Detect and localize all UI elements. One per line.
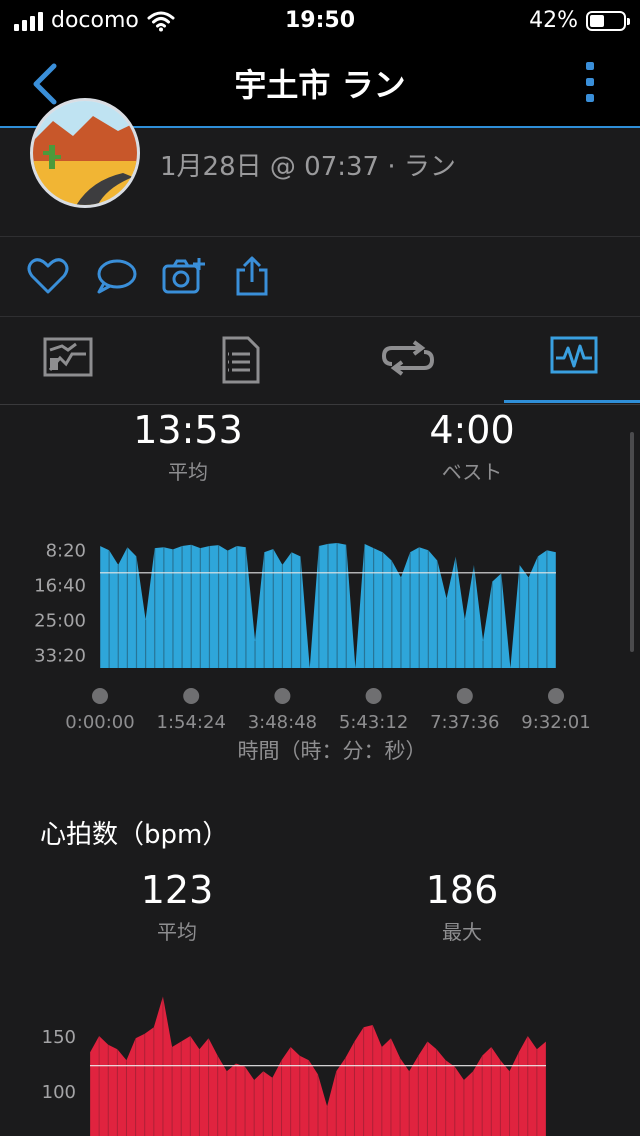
comment-bubble-icon[interactable] — [94, 256, 138, 296]
active-tab-indicator — [504, 400, 640, 403]
pace-x-tick-dot — [274, 688, 291, 704]
activity-meta: 1月28日 @ 07:37 · ラン — [160, 152, 456, 182]
pace-x-tick-dot — [92, 688, 108, 704]
share-icon[interactable] — [230, 256, 274, 296]
pace-x-axis-title: 時間（時：分：秒） — [238, 739, 427, 763]
pace-x-tick-label: 0:00:00 — [65, 712, 134, 733]
heart-max-value: 186 — [425, 868, 499, 912]
add-photo-camera-icon[interactable] — [162, 256, 206, 296]
pace-x-tick-label: 1:54:24 — [157, 712, 226, 733]
battery-percent: 42% — [529, 8, 578, 33]
activity-header: 1月28日 @ 07:37 · ラン — [0, 98, 640, 237]
document-list-icon — [222, 336, 260, 384]
pace-x-tick-dot — [365, 688, 382, 704]
pace-chart: 8:20 16:40 25:00 33:20 0:00:00 1:54:24 3:48:48… — [34, 540, 591, 763]
laps-loop-icon — [382, 340, 434, 376]
status-bar: docomo 19:50 42% — [0, 0, 640, 40]
pace-y-tick-label: 25:00 — [34, 611, 86, 632]
heart-max-label: 最大 — [442, 920, 482, 944]
pace-x-tick-label: 7:37:36 — [430, 712, 499, 733]
activity-tabs — [0, 316, 640, 405]
battery-icon — [586, 10, 630, 31]
like-heart-icon[interactable] — [26, 256, 70, 296]
pace-x-tick-label: 5:43:12 — [339, 712, 408, 733]
overview-map-icon — [43, 337, 93, 377]
desert-road-icon — [33, 101, 137, 205]
pace-x-tick-label: 3:48:48 — [248, 712, 317, 733]
activity-avatar — [30, 98, 140, 208]
pace-y-tick-label: 8:20 — [46, 540, 86, 561]
heart-average-label: 平均 — [157, 920, 197, 944]
pace-average-label: 平均 — [168, 460, 208, 484]
pace-x-tick-dot — [548, 688, 564, 704]
heart-rate-title: 心拍数（bpm） — [40, 820, 229, 850]
tab-stats[interactable] — [176, 316, 336, 404]
action-bar — [0, 236, 640, 317]
pace-x-tick-dot — [456, 688, 473, 704]
heart-rate-y-tick-label: 150 — [42, 1027, 76, 1048]
pace-y-tick-label: 16:40 — [34, 576, 86, 597]
tab-laps[interactable] — [340, 316, 500, 404]
pace-average-value: 13:53 — [133, 408, 243, 452]
pace-y-tick-label: 33:20 — [34, 646, 86, 667]
pace-best-value: 4:00 — [429, 408, 515, 452]
heart-rate-y-tick-label: 100 — [42, 1082, 76, 1103]
more-options-icon[interactable] — [580, 62, 600, 108]
pace-best-label: ベスト — [441, 460, 503, 484]
heart-rate-chart: 150 100 — [42, 996, 547, 1136]
tab-charts[interactable] — [508, 316, 640, 404]
pace-x-tick-dot — [183, 688, 200, 704]
chart-pulse-icon — [550, 336, 598, 374]
heart-average-value: 123 — [140, 868, 214, 912]
tab-overview[interactable] — [0, 316, 160, 404]
pace-x-tick-label: 9:32:01 — [521, 712, 590, 733]
